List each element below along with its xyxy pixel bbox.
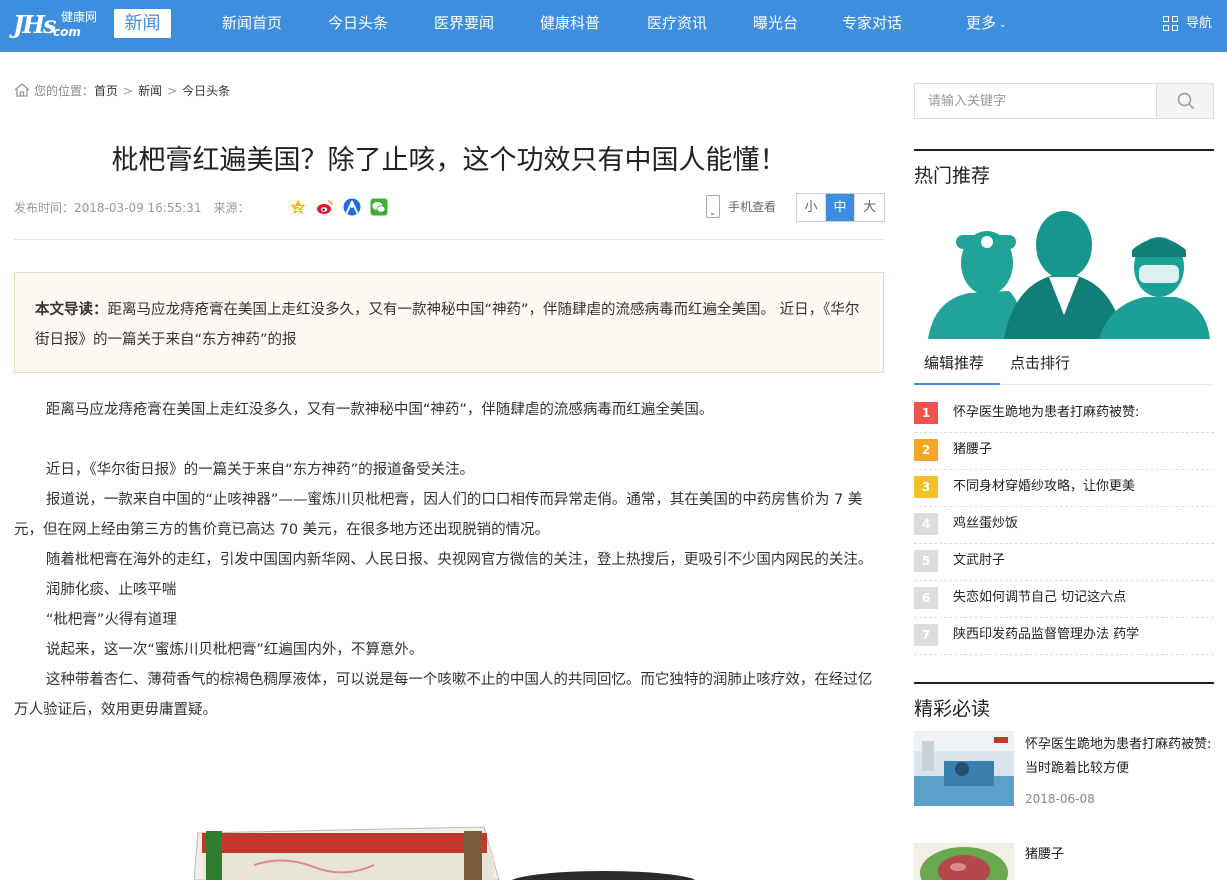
search-input[interactable] xyxy=(915,84,1156,118)
rank-item-title: 不同身材穿婚纱攻略，让你更美 xyxy=(953,479,1136,494)
section-rule xyxy=(914,682,1214,684)
breadcrumb-home[interactable]: 首页 xyxy=(94,84,118,98)
nav-item-medical-info[interactable]: 医疗资讯 xyxy=(647,0,707,52)
breadcrumb-news[interactable]: 新闻 xyxy=(138,84,162,98)
top-nav-bar: JHs 健康网 com 新闻 新闻首页 今日头条 医界要闻 健康科普 医疗资讯 … xyxy=(0,0,1227,52)
source-label: 来源： xyxy=(213,201,250,215)
rank-number-badge: 7 xyxy=(914,624,938,646)
mobile-view-link[interactable]: 手机查看 xyxy=(704,195,794,219)
nav-more-label: 更多 xyxy=(966,14,997,32)
rank-number-badge: 3 xyxy=(914,476,938,498)
font-size-small-button[interactable]: 小 xyxy=(797,194,826,221)
rank-number-badge: 5 xyxy=(914,550,938,572)
mobile-view-label: 手机查看 xyxy=(728,200,777,214)
article-paragraph: 距离马应龙痔疮膏在美国上走红没多久，又有一款神秘中国“神药”，伴随肆虐的流感病毒… xyxy=(45,402,714,418)
grid-icon[interactable] xyxy=(1163,16,1179,32)
rank-item-title: 陕西印发药品监督管理办法 药学 xyxy=(953,627,1140,642)
rank-number-badge: 2 xyxy=(914,439,938,461)
nav-item-medical-news[interactable]: 医界要闻 xyxy=(434,0,494,52)
news-badge[interactable]: 新闻 xyxy=(114,9,171,38)
rank-number-badge: 1 xyxy=(914,402,938,424)
article-meta: 发布时间：2018-03-09 16:55:31 来源： xyxy=(14,199,249,217)
must-read-title[interactable]: 猪腰子 xyxy=(1025,843,1215,867)
weibo-share-icon[interactable] xyxy=(316,198,334,216)
hot-recommend-heading: 热门推荐 xyxy=(914,165,991,187)
rank-item-title: 怀孕医生跪地为患者打麻药被赞: xyxy=(953,405,1140,420)
tab-active-indicator xyxy=(914,383,1000,385)
nav-item-expert-dialogue[interactable]: 专家对话 xyxy=(842,0,902,52)
search-box xyxy=(914,83,1214,119)
phone-icon xyxy=(706,195,720,218)
article-paragraph: 随着枇杷膏在海外的走红，引发中国国内新华网、人民日报、央视网官方微信的关注，登上… xyxy=(45,552,873,568)
must-read-heading: 精彩必读 xyxy=(914,698,991,720)
logo-top-text: 健康网 xyxy=(61,10,98,24)
must-read-date: 2018-06-08 xyxy=(1025,792,1095,806)
logo-mark: JHs xyxy=(13,10,57,39)
font-size-medium-button[interactable]: 中 xyxy=(826,194,855,221)
font-size-switcher: 小 中 大 xyxy=(796,193,885,222)
search-icon xyxy=(1177,92,1195,110)
article-body: 距离马应龙痔疮膏在美国上走红没多久，又有一款神秘中国“神药”，伴随肆虐的流感病毒… xyxy=(14,395,884,725)
nav-item-news-home[interactable]: 新闻首页 xyxy=(222,0,282,52)
article-subheading: 润肺化痰、止咳平喘 xyxy=(45,582,177,598)
section-rule xyxy=(914,149,1214,151)
font-size-large-button[interactable]: 大 xyxy=(855,194,884,221)
article-paragraph: 近日，《华尔街日报》的一篇关于来自“东方神药”的报道备受关注。 xyxy=(45,462,475,478)
breadcrumb-separator: > xyxy=(123,84,134,98)
rank-item[interactable]: 7 陕西印发药品监督管理办法 药学 xyxy=(914,618,1214,655)
rank-item[interactable]: 5 文武肘子 xyxy=(914,544,1214,581)
rank-number-badge: 6 xyxy=(914,587,938,609)
rank-item[interactable]: 3 不同身材穿婚纱攻略，让你更美 xyxy=(914,470,1214,507)
must-read-thumbnail[interactable] xyxy=(914,843,1014,880)
hospital-photo xyxy=(914,731,1014,806)
article-title: 枇杷膏红遍美国？除了止咳，这个功效只有中国人能懂！ xyxy=(111,145,787,176)
rank-item[interactable]: 2 猪腰子 xyxy=(914,433,1214,470)
chevron-down-icon: ⌄ xyxy=(999,20,1007,30)
rank-item[interactable]: 6 失恋如何调节自己 切记这六点 xyxy=(914,581,1214,618)
rank-item-title: 失恋如何调节自己 切记这六点 xyxy=(953,590,1127,605)
logo-bottom-text: com xyxy=(53,25,81,39)
search-button[interactable] xyxy=(1156,84,1213,118)
article-paragraph: 说起来，这一次“蜜炼川贝枇杷膏”红遍国内外，不算意外。 xyxy=(45,642,424,658)
must-read-thumbnail[interactable] xyxy=(914,731,1014,806)
rank-number-badge: 4 xyxy=(914,513,938,535)
rank-item-title: 鸡丝蛋炒饭 xyxy=(953,516,1019,531)
lead-label: 本文导读： xyxy=(35,302,108,318)
breadcrumb-current[interactable]: 今日头条 xyxy=(182,84,230,98)
rank-item[interactable]: 1 怀孕医生跪地为患者打麻药被赞: xyxy=(914,396,1214,433)
rank-item[interactable]: 4 鸡丝蛋炒饭 xyxy=(914,507,1214,544)
lead-text: 距离马应龙痔疮膏在美国上走红没多久，又有一款神秘中国“神药”，伴随肆虐的流感病毒… xyxy=(35,302,860,348)
tab-click-ranking[interactable]: 点击排行 xyxy=(1010,350,1070,384)
home-icon xyxy=(14,83,30,97)
breadcrumb-prefix: 您的位置： xyxy=(34,84,95,98)
wechat-share-icon[interactable] xyxy=(370,198,388,216)
nav-item-health-science[interactable]: 健康科普 xyxy=(540,0,600,52)
publish-time: 发布时间：2018-03-09 16:55:31 xyxy=(14,201,202,215)
article-paragraph: 这种带着杏仁、薄荷香气的棕褐色稠厚液体，可以说是每一个咳嗽不止的中国人的共同回忆… xyxy=(14,672,873,718)
article-blank-line xyxy=(14,425,884,455)
nav-guide-link[interactable]: 导航 xyxy=(1186,0,1212,52)
renren-share-icon[interactable] xyxy=(343,198,361,216)
doctors-illustration xyxy=(928,211,1210,339)
nav-item-more[interactable]: 更多 ⌄ xyxy=(966,0,1007,52)
breadcrumb: 您的位置：首页 > 新闻 > 今日头条 xyxy=(14,82,230,100)
article-lead: 本文导读：距离马应龙痔疮膏在美国上走红没多久，又有一款神秘中国“神药”，伴随肆虐… xyxy=(14,272,884,373)
article-paragraph: 报道说，一款来自中国的“止咳神器”——蜜炼川贝枇杷膏，因人们的口口相传而异常走俏… xyxy=(14,492,863,538)
rank-item-title: 猪腰子 xyxy=(953,442,993,457)
divider xyxy=(14,239,884,240)
nav-item-headlines[interactable]: 今日头条 xyxy=(328,0,388,52)
tab-editor-picks[interactable]: 编辑推荐 xyxy=(924,350,984,384)
breadcrumb-separator: > xyxy=(167,84,178,98)
food-photo xyxy=(914,843,1014,880)
site-logo[interactable]: JHs 健康网 com xyxy=(13,10,105,40)
article-subheading: “枇杷膏”火得有道理 xyxy=(45,612,177,628)
nav-item-exposure[interactable]: 曝光台 xyxy=(753,0,798,52)
rank-item-title: 文武肘子 xyxy=(953,553,1006,568)
must-read-title[interactable]: 怀孕医生跪地为患者打麻药被赞:当时跪着比较方便 xyxy=(1025,733,1215,781)
qzone-share-icon[interactable] xyxy=(289,198,307,216)
product-image xyxy=(194,826,694,880)
